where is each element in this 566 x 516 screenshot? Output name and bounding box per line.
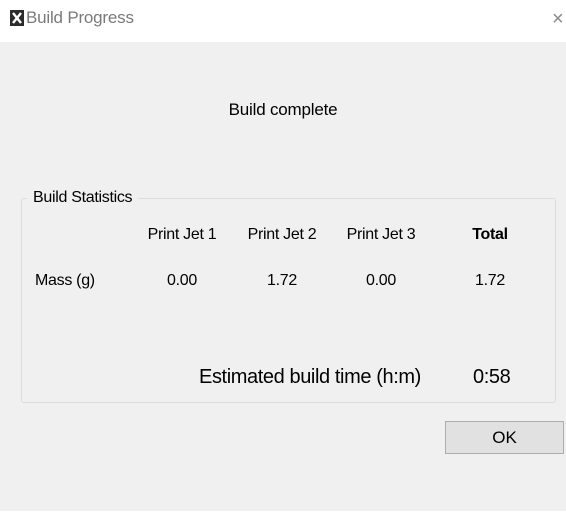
row-label-mass: Mass (g) bbox=[35, 272, 95, 289]
mass-print-jet-2-value: 1.72 bbox=[267, 272, 297, 289]
mass-total-value: 1.72 bbox=[475, 272, 505, 289]
title-bar: Build Progress × bbox=[0, 0, 566, 42]
mass-print-jet-1-value: 0.00 bbox=[167, 272, 197, 289]
estimated-build-time-label: Estimated build time (h:m) bbox=[199, 366, 421, 388]
column-header-print-jet-2: Print Jet 2 bbox=[247, 226, 317, 243]
mass-print-jet-3-value: 0.00 bbox=[366, 272, 396, 289]
close-icon[interactable]: × bbox=[552, 6, 566, 32]
build-status: Build complete bbox=[228, 100, 338, 119]
column-header-print-jet-3: Print Jet 3 bbox=[346, 226, 416, 243]
estimated-build-time-value: 0:58 bbox=[473, 366, 511, 388]
window-title: Build Progress bbox=[26, 8, 134, 27]
column-header-print-jet-1: Print Jet 1 bbox=[147, 226, 217, 243]
bottom-edge bbox=[0, 511, 566, 516]
column-header-total: Total bbox=[472, 226, 508, 243]
ok-button[interactable]: OK bbox=[445, 421, 564, 454]
build-statistics-label: Build Statistics bbox=[27, 189, 139, 207]
x-app-icon bbox=[10, 10, 24, 26]
